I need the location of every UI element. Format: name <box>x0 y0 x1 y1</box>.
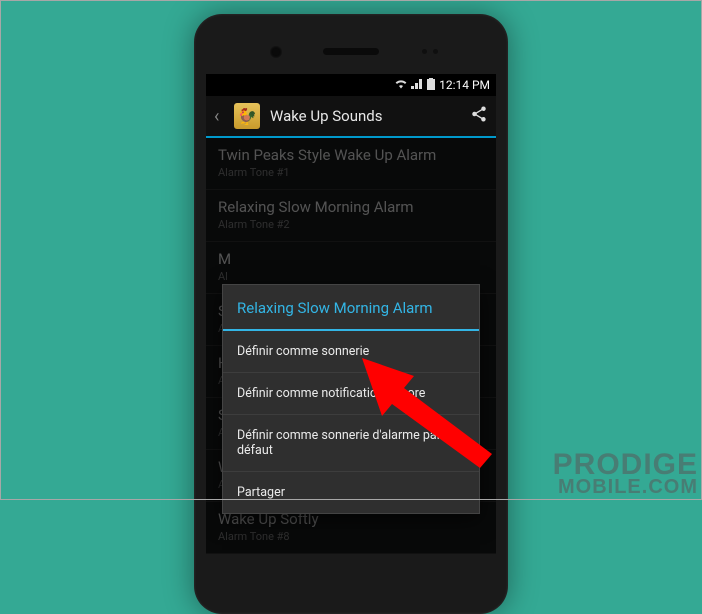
dialog-option-share[interactable]: Partager <box>223 472 479 513</box>
watermark-line1: PRODIGE <box>553 451 698 478</box>
sensor-dots <box>422 49 438 54</box>
app-icon[interactable]: 🐓 <box>234 103 260 129</box>
share-icon[interactable] <box>470 105 488 127</box>
dialog-option-alarm-default[interactable]: Définir comme sonnerie d'alarme par défa… <box>223 415 479 472</box>
context-dialog: Relaxing Slow Morning Alarm Définir comm… <box>222 284 480 514</box>
page-title: Wake Up Sounds <box>270 107 460 125</box>
camera-dot <box>270 46 282 58</box>
dialog-title: Relaxing Slow Morning Alarm <box>223 285 479 331</box>
speaker-grille <box>323 48 379 55</box>
phone-frame: 12:14 PM ‹ 🐓 Wake Up Sounds Twin Peaks S… <box>194 14 508 614</box>
watermark-line2: MOBILE.COM <box>553 478 698 496</box>
dialog-option-ringtone[interactable]: Définir comme sonnerie <box>223 331 479 373</box>
status-time: 12:14 PM <box>439 78 490 92</box>
status-bar: 12:14 PM <box>206 74 496 96</box>
back-icon[interactable]: ‹ <box>214 106 224 127</box>
battery-icon <box>427 78 435 93</box>
signal-icon <box>411 78 424 92</box>
watermark: PRODIGE MOBILE.COM <box>553 451 698 496</box>
sound-list: Twin Peaks Style Wake Up Alarm Alarm Ton… <box>206 138 496 554</box>
screen: 12:14 PM ‹ 🐓 Wake Up Sounds Twin Peaks S… <box>206 74 496 554</box>
wifi-icon <box>394 78 408 92</box>
dialog-option-notification[interactable]: Définir comme notification sonore <box>223 373 479 415</box>
app-bar: ‹ 🐓 Wake Up Sounds <box>206 96 496 138</box>
